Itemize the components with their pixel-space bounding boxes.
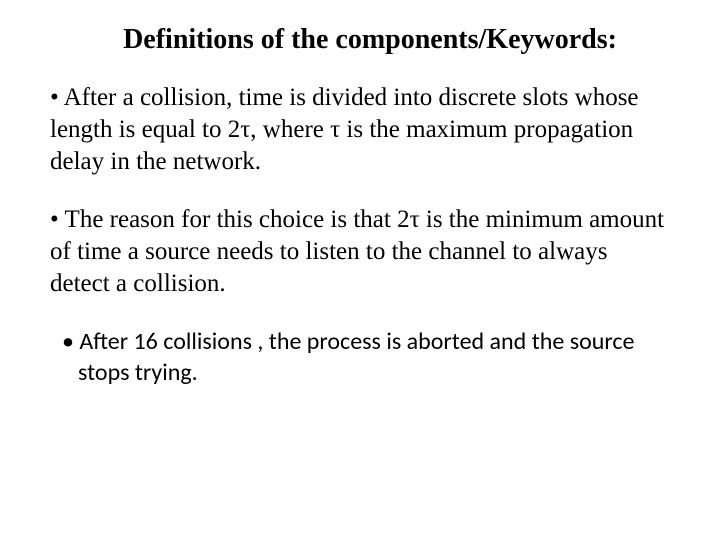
slide-title: Definitions of the components/Keywords: [50,24,670,56]
bullet-item: • After 16 collisions , the process is a… [50,326,670,388]
slide: Definitions of the components/Keywords: … [0,0,720,408]
bullet-item: • The reason for this choice is that 2τ … [50,204,670,300]
bullet-item: • After a collision, time is divided int… [50,82,670,178]
